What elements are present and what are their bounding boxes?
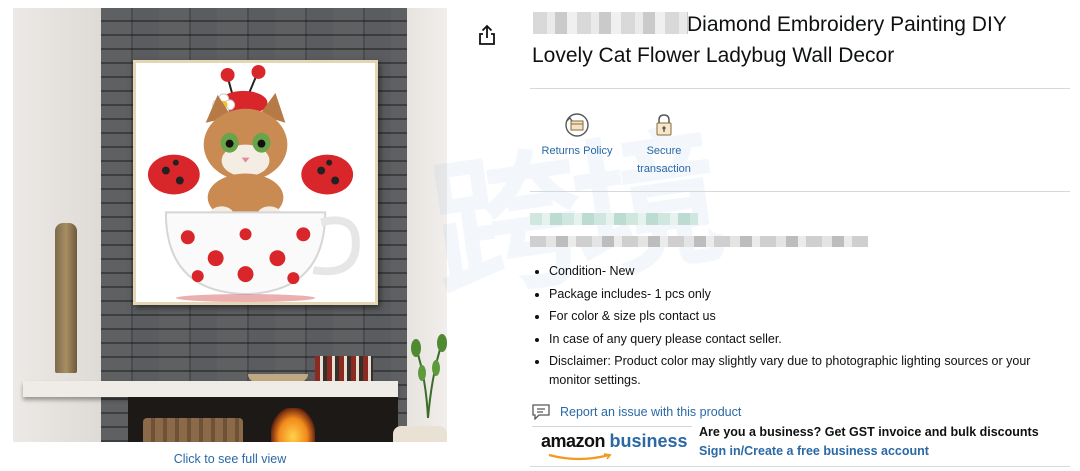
painting-frame: [133, 60, 378, 305]
business-signin-link[interactable]: Sign in/Create a free business account: [699, 444, 929, 458]
business-headline: Are you a business? Get GST invoice and …: [699, 425, 1039, 439]
mantel-shelf: [23, 381, 398, 397]
price-blurred: [530, 213, 698, 225]
decor-chair: [393, 426, 447, 442]
decor-statue: [55, 223, 77, 373]
product-title: Diamond Embroidery Painting DIY Lovely C…: [532, 13, 1007, 67]
divider: [530, 88, 1070, 89]
bullet-item: Package includes- 1 pcs only: [549, 285, 1059, 304]
divider: [532, 426, 692, 427]
decor-plant: [411, 334, 447, 418]
lock-icon: [656, 114, 672, 136]
divider: [530, 191, 1070, 192]
amazon-smile-icon: [548, 453, 612, 461]
amazon-business-logo: amazon business: [541, 431, 691, 461]
divider: [530, 466, 1070, 467]
returns-policy-label[interactable]: Returns Policy: [542, 145, 613, 157]
bullet-item: Disclaimer: Product color may slightly v…: [549, 352, 1059, 390]
price-info-blurred: [530, 236, 868, 247]
secure-transaction-label[interactable]: Secure transaction: [637, 145, 691, 175]
full-view-link[interactable]: Click to see full view: [13, 452, 447, 466]
fire-flame: [271, 408, 315, 442]
bullet-item: In case of any query please contact sell…: [549, 330, 1059, 349]
returns-policy-badge[interactable]: Returns Policy: [536, 112, 618, 160]
bullet-item: For color & size pls contact us: [549, 307, 1059, 326]
firewood-logs: [143, 418, 243, 442]
decor-books: [315, 356, 373, 381]
returns-box-icon: [565, 113, 589, 137]
cat-ladybug-painting: [136, 63, 375, 302]
report-issue-label[interactable]: Report an issue with this product: [560, 405, 741, 419]
logo-amazon-word: amazon: [541, 431, 606, 451]
product-main-image[interactable]: [13, 8, 447, 442]
product-bullet-list: Condition- New Package includes- 1 pcs o…: [549, 262, 1059, 394]
share-icon[interactable]: [477, 24, 497, 46]
logo-business-word: business: [609, 431, 688, 451]
bullet-item: Condition- New: [549, 262, 1059, 281]
report-issue-link[interactable]: Report an issue with this product: [532, 404, 741, 420]
message-flag-icon: [532, 404, 550, 420]
secure-transaction-badge[interactable]: Secure transaction: [628, 112, 700, 178]
